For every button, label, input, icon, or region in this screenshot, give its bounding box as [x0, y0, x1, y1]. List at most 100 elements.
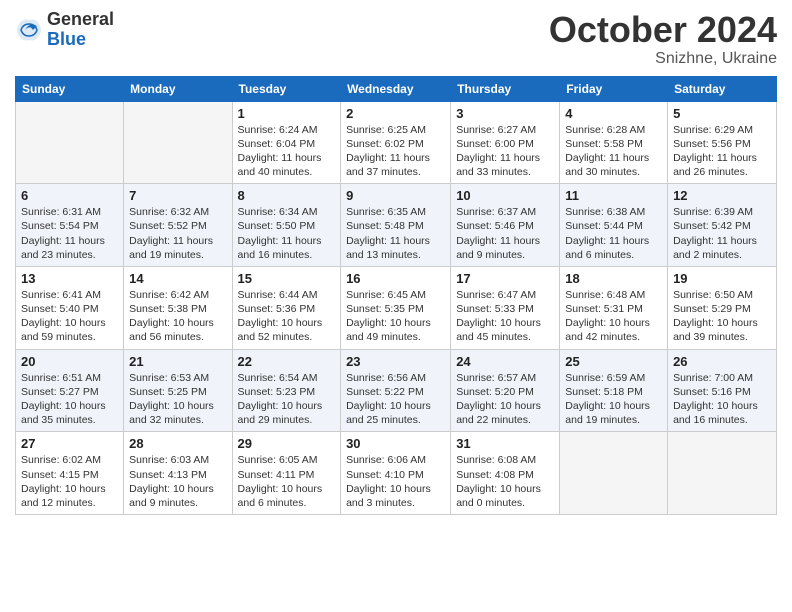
calendar-table: Sunday Monday Tuesday Wednesday Thursday…: [15, 76, 777, 515]
table-row: 25Sunrise: 6:59 AMSunset: 5:18 PMDayligh…: [560, 349, 668, 432]
day-info: Sunrise: 6:06 AMSunset: 4:10 PMDaylight:…: [346, 453, 445, 510]
table-row: 5Sunrise: 6:29 AMSunset: 5:56 PMDaylight…: [668, 101, 777, 184]
day-info: Sunrise: 6:32 AMSunset: 5:52 PMDaylight:…: [129, 205, 226, 262]
day-number: 2: [346, 106, 445, 121]
title-block: October 2024 Snizhne, Ukraine: [549, 10, 777, 68]
day-number: 7: [129, 188, 226, 203]
table-row: 17 Sunrise: 6:47 AMSunset: 5:33 PMDayligh…: [451, 266, 560, 349]
calendar-week-row: 6Sunrise: 6:31 AMSunset: 5:54 PMDaylight…: [16, 184, 777, 267]
table-row: 19 Sunrise: 6:50 AMSunset: 5:29 PMDayligh…: [668, 266, 777, 349]
table-row: 1 Sunrise: 6:24 AMSunset: 6:04 PMDaylight…: [232, 101, 341, 184]
table-row: [668, 432, 777, 515]
day-number: 16: [346, 271, 445, 286]
logo-icon: [15, 16, 43, 44]
day-number: 25: [565, 354, 662, 369]
calendar-week-row: 13 Sunrise: 6:41 AMSunset: 5:40 PMDayligh…: [16, 266, 777, 349]
day-info: Sunrise: 6:34 AMSunset: 5:50 PMDaylight:…: [238, 205, 336, 262]
day-number: 3: [456, 106, 554, 121]
day-number: 22: [238, 354, 336, 369]
day-info: Sunrise: 6:08 AMSunset: 4:08 PMDaylight:…: [456, 453, 554, 510]
table-row: 23Sunrise: 6:56 AMSunset: 5:22 PMDayligh…: [341, 349, 451, 432]
day-info: Sunrise: 6:37 AMSunset: 5:46 PMDaylight:…: [456, 205, 554, 262]
day-number: 31: [456, 436, 554, 451]
col-thursday: Thursday: [451, 76, 560, 101]
header: General Blue October 2024 Snizhne, Ukrai…: [15, 10, 777, 68]
table-row: 16 Sunrise: 6:45 AMSunset: 5:35 PMDayligh…: [341, 266, 451, 349]
calendar-header-row: Sunday Monday Tuesday Wednesday Thursday…: [16, 76, 777, 101]
day-number: 18: [565, 271, 662, 286]
day-info: Sunrise: 6:39 AMSunset: 5:42 PMDaylight:…: [673, 205, 771, 262]
table-row: 18 Sunrise: 6:48 AMSunset: 5:31 PMDayligh…: [560, 266, 668, 349]
day-info: Sunrise: 6:25 AMSunset: 6:02 PMDaylight:…: [346, 123, 445, 180]
day-number: 29: [238, 436, 336, 451]
logo: General Blue: [15, 10, 114, 50]
table-row: 30 Sunrise: 6:06 AMSunset: 4:10 PMDayligh…: [341, 432, 451, 515]
day-number: 14: [129, 271, 226, 286]
day-info: Sunrise: 6:48 AMSunset: 5:31 PMDaylight:…: [565, 288, 662, 345]
day-info: Sunrise: 6:29 AMSunset: 5:56 PMDaylight:…: [673, 123, 771, 180]
day-number: 4: [565, 106, 662, 121]
table-row: 3 Sunrise: 6:27 AMSunset: 6:00 PMDaylight…: [451, 101, 560, 184]
table-row: 14 Sunrise: 6:42 AMSunset: 5:38 PMDayligh…: [124, 266, 232, 349]
table-row: 27Sunrise: 6:02 AMSunset: 4:15 PMDayligh…: [16, 432, 124, 515]
day-info: Sunrise: 6:41 AMSunset: 5:40 PMDaylight:…: [21, 288, 118, 345]
col-monday: Monday: [124, 76, 232, 101]
day-info: Sunrise: 6:38 AMSunset: 5:44 PMDaylight:…: [565, 205, 662, 262]
calendar-week-row: 1 Sunrise: 6:24 AMSunset: 6:04 PMDaylight…: [16, 101, 777, 184]
day-info: Sunrise: 6:35 AMSunset: 5:48 PMDaylight:…: [346, 205, 445, 262]
table-row: 28Sunrise: 6:03 AMSunset: 4:13 PMDayligh…: [124, 432, 232, 515]
col-friday: Friday: [560, 76, 668, 101]
calendar-week-row: 27Sunrise: 6:02 AMSunset: 4:15 PMDayligh…: [16, 432, 777, 515]
col-sunday: Sunday: [16, 76, 124, 101]
day-info: Sunrise: 6:42 AMSunset: 5:38 PMDaylight:…: [129, 288, 226, 345]
day-number: 23: [346, 354, 445, 369]
day-info: Sunrise: 6:45 AMSunset: 5:35 PMDaylight:…: [346, 288, 445, 345]
day-info: Sunrise: 6:51 AMSunset: 5:27 PMDaylight:…: [21, 371, 118, 428]
title-month: October 2024: [549, 10, 777, 50]
day-number: 13: [21, 271, 118, 286]
day-info: Sunrise: 6:02 AMSunset: 4:15 PMDaylight:…: [21, 453, 118, 510]
table-row: 20Sunrise: 6:51 AMSunset: 5:27 PMDayligh…: [16, 349, 124, 432]
title-location: Snizhne, Ukraine: [549, 50, 777, 68]
day-info: Sunrise: 6:03 AMSunset: 4:13 PMDaylight:…: [129, 453, 226, 510]
table-row: [124, 101, 232, 184]
col-tuesday: Tuesday: [232, 76, 341, 101]
logo-general-text: General: [47, 10, 114, 30]
day-number: 24: [456, 354, 554, 369]
table-row: 15Sunrise: 6:44 AMSunset: 5:36 PMDayligh…: [232, 266, 341, 349]
table-row: 12 Sunrise: 6:39 AMSunset: 5:42 PMDayligh…: [668, 184, 777, 267]
day-number: 17: [456, 271, 554, 286]
table-row: 13 Sunrise: 6:41 AMSunset: 5:40 PMDayligh…: [16, 266, 124, 349]
day-info: Sunrise: 6:31 AMSunset: 5:54 PMDaylight:…: [21, 205, 118, 262]
page: General Blue October 2024 Snizhne, Ukrai…: [0, 0, 792, 612]
table-row: 31 Sunrise: 6:08 AMSunset: 4:08 PMDayligh…: [451, 432, 560, 515]
day-number: 12: [673, 188, 771, 203]
logo-text: General Blue: [47, 10, 114, 50]
day-number: 19: [673, 271, 771, 286]
day-number: 21: [129, 354, 226, 369]
day-number: 9: [346, 188, 445, 203]
table-row: 6Sunrise: 6:31 AMSunset: 5:54 PMDaylight…: [16, 184, 124, 267]
col-wednesday: Wednesday: [341, 76, 451, 101]
day-info: Sunrise: 6:05 AMSunset: 4:11 PMDaylight:…: [238, 453, 336, 510]
day-info: Sunrise: 6:28 AMSunset: 5:58 PMDaylight:…: [565, 123, 662, 180]
day-number: 30: [346, 436, 445, 451]
table-row: 7 Sunrise: 6:32 AMSunset: 5:52 PMDaylight…: [124, 184, 232, 267]
day-number: 1: [238, 106, 336, 121]
col-saturday: Saturday: [668, 76, 777, 101]
day-info: Sunrise: 6:24 AMSunset: 6:04 PMDaylight:…: [238, 123, 336, 180]
table-row: 11Sunrise: 6:38 AMSunset: 5:44 PMDayligh…: [560, 184, 668, 267]
day-info: Sunrise: 6:27 AMSunset: 6:00 PMDaylight:…: [456, 123, 554, 180]
logo-blue-text: Blue: [47, 30, 114, 50]
day-info: Sunrise: 7:00 AMSunset: 5:16 PMDaylight:…: [673, 371, 771, 428]
table-row: [16, 101, 124, 184]
day-number: 15: [238, 271, 336, 286]
table-row: 21Sunrise: 6:53 AMSunset: 5:25 PMDayligh…: [124, 349, 232, 432]
table-row: 22Sunrise: 6:54 AMSunset: 5:23 PMDayligh…: [232, 349, 341, 432]
table-row: 24Sunrise: 6:57 AMSunset: 5:20 PMDayligh…: [451, 349, 560, 432]
day-info: Sunrise: 6:47 AMSunset: 5:33 PMDaylight:…: [456, 288, 554, 345]
day-number: 26: [673, 354, 771, 369]
day-info: Sunrise: 6:50 AMSunset: 5:29 PMDaylight:…: [673, 288, 771, 345]
table-row: 29 Sunrise: 6:05 AMSunset: 4:11 PMDayligh…: [232, 432, 341, 515]
day-number: 10: [456, 188, 554, 203]
